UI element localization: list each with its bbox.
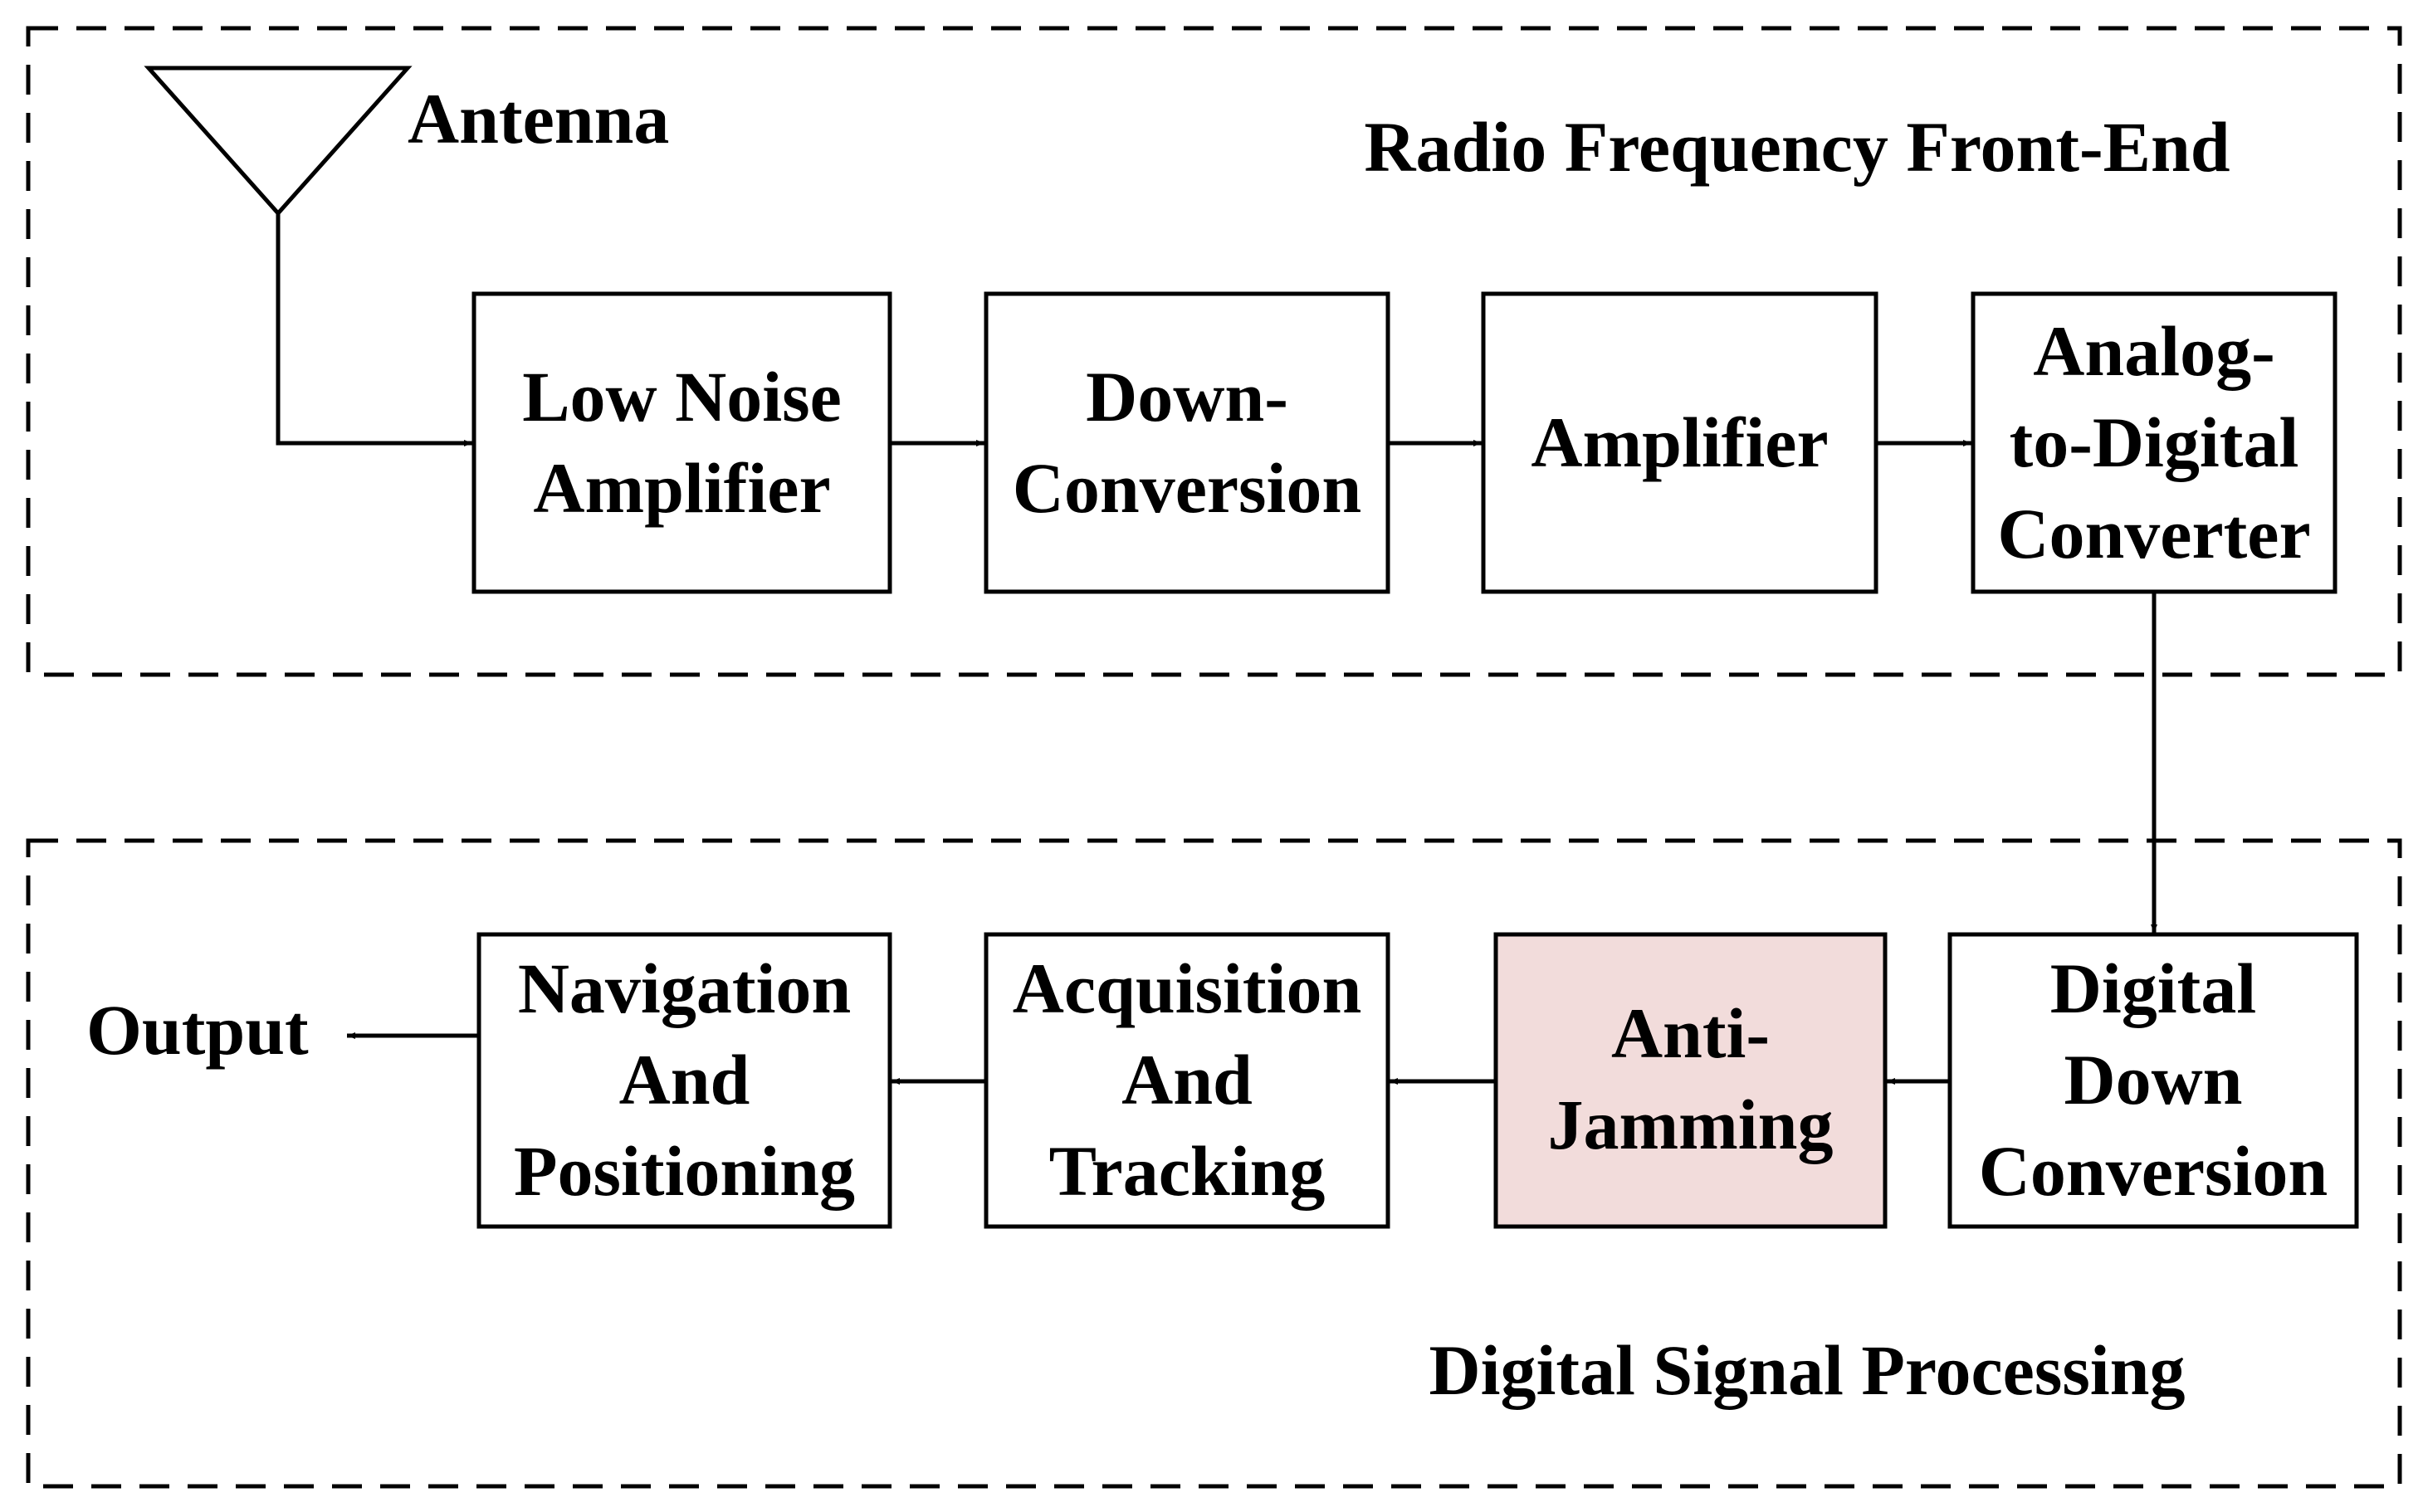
block-ddc-line-3: Conversion: [1979, 1131, 2328, 1211]
block-lna-line-2: Amplifier: [533, 448, 830, 528]
block-diagram: Radio Frequency Front-End Digital Signal…: [26, 26, 2402, 1489]
block-lna-line-1: Low Noise: [522, 357, 842, 437]
block-anti-jamming-line-1: Anti-: [1611, 993, 1770, 1073]
block-anti-jamming-line-2: Jamming: [1548, 1085, 1834, 1164]
output-label: Output: [86, 990, 309, 1070]
block-nav-line-2: And: [619, 1040, 750, 1119]
arrow-antenna-to-lna: [276, 213, 472, 446]
block-nav-line-1: Navigation: [518, 949, 851, 1028]
block-amplifier: Amplifier: [1481, 291, 1878, 594]
block-acq-line-1: Acquisition: [1013, 949, 1362, 1028]
block-acq-line-2: And: [1121, 1040, 1253, 1119]
block-amplifier-line-1: Amplifier: [1531, 402, 1828, 482]
block-nav-line-3: Positioning: [514, 1131, 855, 1211]
block-down-conversion-line-2: Conversion: [1013, 448, 1361, 528]
block-lna: Low Noise Amplifier: [471, 291, 892, 594]
block-navigation-positioning: Navigation And Positioning: [476, 932, 892, 1229]
block-adc: Analog- to-Digital Converter: [1971, 291, 2338, 594]
block-down-conversion: Down- Conversion: [984, 291, 1390, 594]
block-ddc-line-2: Down: [2064, 1040, 2242, 1119]
rf-front-end-label: Radio Frequency Front-End: [1364, 107, 2230, 187]
block-adc-line-3: Converter: [1997, 494, 2310, 573]
block-adc-line-2: to-Digital: [2010, 402, 2299, 482]
block-anti-jamming: Anti- Jamming: [1493, 932, 1888, 1229]
block-ddc-line-1: Digital: [2050, 949, 2256, 1028]
block-acquisition-tracking: Acquisition And Tracking: [984, 932, 1390, 1229]
block-acq-line-3: Tracking: [1049, 1131, 1326, 1211]
antenna-label: Antenna: [408, 79, 669, 159]
block-ddc: Digital Down Conversion: [1947, 932, 2359, 1229]
block-down-conversion-line-1: Down-: [1086, 357, 1288, 437]
block-adc-line-1: Analog-: [2033, 311, 2274, 391]
antenna-icon: [144, 66, 413, 217]
dsp-label: Digital Signal Processing: [1429, 1330, 2185, 1410]
